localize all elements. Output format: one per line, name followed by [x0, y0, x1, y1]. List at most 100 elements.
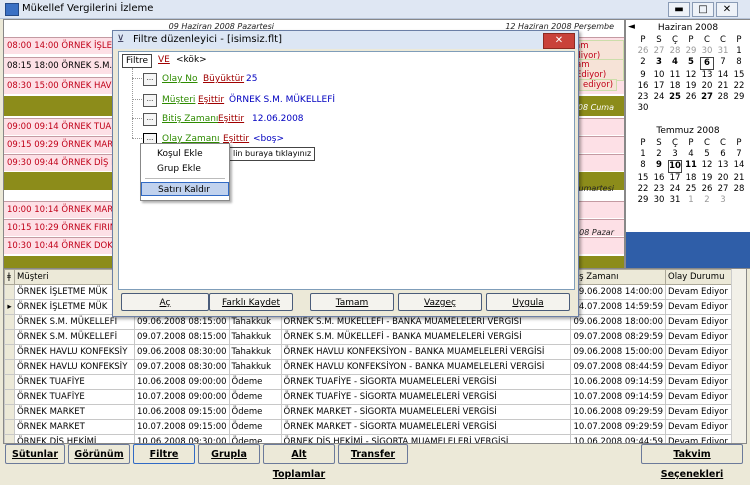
- apply-button[interactable]: Uygula: [486, 293, 570, 311]
- table-cell[interactable]: 10.06.2008 09:44:59: [570, 434, 666, 443]
- calendar-day[interactable]: 3: [652, 57, 666, 68]
- root-operator[interactable]: VE: [158, 55, 170, 65]
- column-header[interactable]: tiş Zamanı: [570, 269, 666, 285]
- table-cell[interactable]: ÖRNEK DİŞ HEKİMİ: [13, 434, 135, 443]
- calendar-day[interactable]: 4: [684, 149, 698, 160]
- table-cell[interactable]: Ödeme: [228, 434, 282, 443]
- calendar-day[interactable]: 20: [700, 81, 714, 92]
- calendar-day[interactable]: 17: [652, 81, 666, 92]
- table-cell[interactable]: 09.07.2008 08:30:00: [133, 359, 230, 375]
- calendar-day[interactable]: 22: [732, 81, 746, 92]
- calendar-day[interactable]: 26: [700, 184, 714, 195]
- table-cell[interactable]: ÖRNEK S.M. MÜKELLEFİ: [13, 329, 135, 345]
- table-cell[interactable]: 09.06.2008 15:00:00: [570, 344, 666, 360]
- menu-item-add-group[interactable]: Grup Ekle: [141, 162, 229, 176]
- calendar-day[interactable]: 21: [732, 173, 746, 184]
- condition-context-menu[interactable]: Koşul Ekle Grup Ekle Satırı Kaldır: [140, 143, 230, 201]
- calendar-day[interactable]: 31: [716, 46, 730, 57]
- calendar-day[interactable]: 18: [668, 81, 682, 92]
- calendar-grid[interactable]: P S Ç P C C P 1 2 3 4 5 6 7 8 9 10 11 12 13 14 15 16 17 18 19 20 21…: [636, 138, 746, 206]
- filter-root-button[interactable]: Filtre: [122, 54, 153, 68]
- table-cell[interactable]: ÖRNEK TUAFİYE: [13, 374, 135, 390]
- calendar-day[interactable]: 9: [652, 160, 666, 171]
- table-cell[interactable]: 09.06.2008 18:00:00: [570, 314, 666, 330]
- calendar-day[interactable]: 30: [700, 46, 714, 57]
- row-indicator[interactable]: [4, 419, 15, 435]
- calendar-day[interactable]: 27: [700, 92, 714, 103]
- table-cell[interactable]: 10.06.2008 09:14:59: [570, 374, 666, 390]
- row-indicator[interactable]: [4, 344, 15, 360]
- table-cell[interactable]: 09.07.2008 08:15:00: [133, 329, 230, 345]
- menu-item-remove-row[interactable]: Satırı Kaldır: [141, 182, 229, 196]
- condition-menu-button[interactable]: ...: [143, 113, 157, 126]
- table-cell[interactable]: Ödeme: [228, 404, 282, 420]
- condition-value[interactable]: <boş>: [253, 134, 284, 144]
- calendar-day[interactable]: 5: [684, 57, 698, 68]
- row-indicator[interactable]: [4, 374, 15, 390]
- calendar-day[interactable]: 14: [732, 160, 746, 171]
- table-row[interactable]: ÖRNEK HAVLU KONFEKSİY 09.07.2008 08:30:00…: [4, 359, 746, 375]
- calendar-day[interactable]: 27: [652, 46, 666, 57]
- row-indicator[interactable]: [4, 329, 15, 345]
- table-row[interactable]: ÖRNEK TUAFİYE 10.07.2008 09:00:00 Ödeme ÖRN…: [4, 389, 746, 405]
- table-cell[interactable]: 10.06.2008 09:30:00: [133, 434, 230, 443]
- table-cell[interactable]: ÖRNEK MARKET: [13, 419, 135, 435]
- calendar-day[interactable]: 14: [716, 70, 730, 81]
- table-cell[interactable]: 10.07.2008 09:00:00: [133, 389, 230, 405]
- calendar-day[interactable]: 8: [636, 160, 650, 171]
- calendar-day[interactable]: 15: [732, 70, 746, 81]
- calendar-options-button[interactable]: Takvim Seçenekleri: [641, 444, 743, 480]
- table-cell[interactable]: ÖRNEK S.M. MÜKELLEFİ - BANKA MUAMELELERİ…: [280, 329, 572, 345]
- table-cell[interactable]: 10.06.2008 09:15:00: [133, 404, 230, 420]
- maximize-button[interactable]: □: [692, 2, 714, 17]
- calendar-day[interactable]: 1: [732, 46, 746, 57]
- condition-value[interactable]: 25: [246, 74, 257, 84]
- calendar-day[interactable]: 21: [716, 81, 730, 92]
- calendar-day[interactable]: 2: [652, 149, 666, 160]
- calendar-day[interactable]: 27: [716, 184, 730, 195]
- table-cell[interactable]: ÖRNEK TUAFİYE: [13, 389, 135, 405]
- table-cell[interactable]: ÖRNEK HAVLU KONFEKSİY: [13, 344, 135, 360]
- row-indicator[interactable]: [4, 314, 15, 330]
- table-cell[interactable]: ÖRNEK MARKET - SİGORTA MUAMELELERİ VERGİ…: [280, 419, 572, 435]
- calendar-day[interactable]: 31: [668, 195, 682, 206]
- table-row[interactable]: ÖRNEK MARKET 10.06.2008 09:15:00 Ödeme ÖRNE…: [4, 404, 746, 420]
- calendar-day[interactable]: 1: [684, 195, 698, 206]
- calendar-day[interactable]: 23: [652, 184, 666, 195]
- dialog-close-button[interactable]: ✕: [543, 33, 575, 49]
- calendar-day[interactable]: 2: [700, 195, 714, 206]
- calendar-grid[interactable]: P S Ç P C C P 26 27 28 29 30 31 1 2 3 4 5 6 7 8 9 10 11 12 13 14 15…: [636, 35, 746, 114]
- calendar-day[interactable]: 6: [716, 149, 730, 160]
- calendar-day[interactable]: 28: [732, 184, 746, 195]
- table-cell[interactable]: 10.07.2008 09:15:00: [133, 419, 230, 435]
- table-cell[interactable]: ÖRNEK HAVLU KONFEKSİYON - BANKA MUAMELEL…: [280, 344, 572, 360]
- calendar-day[interactable]: 11: [684, 160, 698, 171]
- calendar-day[interactable]: 15: [636, 173, 650, 184]
- table-cell[interactable]: Ödeme: [228, 419, 282, 435]
- condition-operator[interactable]: Eşittir: [218, 114, 244, 124]
- condition-operator[interactable]: Büyüktür: [203, 74, 244, 84]
- table-cell[interactable]: 10.06.2008 09:29:59: [570, 404, 666, 420]
- row-indicator[interactable]: ▸: [4, 299, 15, 315]
- row-indicator[interactable]: [4, 404, 15, 420]
- filter-button[interactable]: Filtre: [133, 444, 195, 464]
- row-indicator[interactable]: [4, 284, 15, 300]
- calendar-day[interactable]: 18: [684, 173, 698, 184]
- table-cell[interactable]: 09.06.2008 08:30:00: [133, 344, 230, 360]
- table-cell[interactable]: 09.06.2008 14:00:00: [570, 284, 666, 300]
- calendar-day[interactable]: 24: [652, 92, 666, 103]
- table-row[interactable]: ÖRNEK TUAFİYE 10.06.2008 09:00:00 Ödeme ÖRN…: [4, 374, 746, 390]
- calendar-day[interactable]: 16: [652, 173, 666, 184]
- table-row[interactable]: ÖRNEK S.M. MÜKELLEFİ 09.07.2008 08:15:00 T…: [4, 329, 746, 345]
- condition-field[interactable]: Olay No: [162, 74, 198, 84]
- calendar-day[interactable]: 10: [652, 70, 666, 81]
- calendar-day[interactable]: 3: [668, 149, 682, 160]
- view-button[interactable]: Görünüm: [68, 444, 130, 464]
- calendar-day[interactable]: 24: [668, 184, 682, 195]
- condition-value[interactable]: 12.06.2008: [252, 114, 304, 124]
- calendar-day[interactable]: 7: [732, 149, 746, 160]
- table-cell[interactable]: 10.07.2008 09:14:59: [570, 389, 666, 405]
- table-cell[interactable]: 09.07.2008 08:29:59: [570, 329, 666, 345]
- table-cell[interactable]: ÖRNEK TUAFİYE - SİGORTA MUAMELELERİ VERG…: [280, 389, 572, 405]
- table-cell[interactable]: ÖRNEK TUAFİYE - SİGORTA MUAMELELERİ VERG…: [280, 374, 572, 390]
